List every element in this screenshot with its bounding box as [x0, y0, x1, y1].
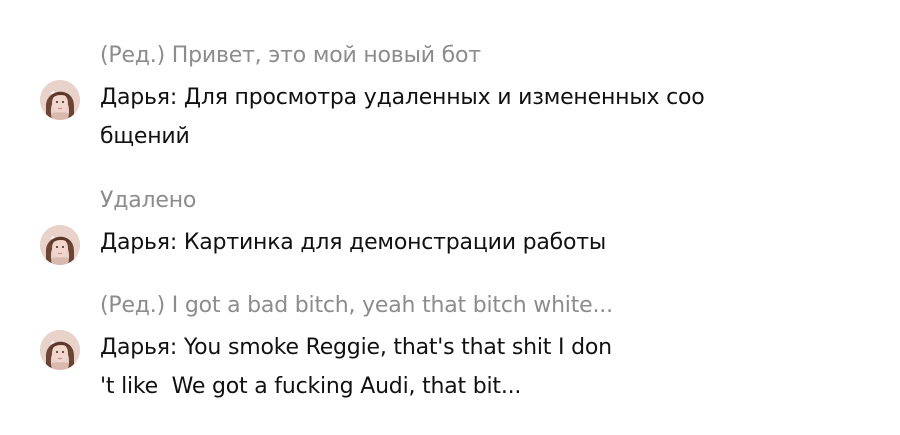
message-line: 't like We got a fucking Audi, that bit.…	[100, 374, 522, 399]
sender-separator: :	[169, 230, 184, 255]
sender-separator: :	[169, 335, 184, 360]
sender-name: Дарья	[100, 230, 170, 255]
message-body: Дарья: Для просмотра удаленных и изменен…	[100, 78, 760, 156]
message-text: Для просмотра удаленных и измененных соо	[183, 85, 705, 110]
edit-status-preview: (Ред.) Привет, это мой новый бот	[100, 43, 481, 68]
message-text: You smoke Reggie, that's that shit I don	[183, 335, 612, 360]
sender-avatar[interactable]	[40, 80, 80, 120]
message-body: Дарья: Картинка для демонстрации работы	[100, 223, 760, 262]
message-feed: (Ред.) Привет, это мой новый бот Дарья: …	[0, 0, 900, 435]
message-text: Картинка для демонстрации работы	[183, 230, 607, 255]
sender-separator: :	[169, 85, 184, 110]
sender-avatar[interactable]	[40, 330, 80, 370]
edit-status-preview: (Ред.) I got a bad bitch, yeah that bitc…	[100, 293, 613, 318]
message-body: Дарья: You smoke Reggie, that's that shi…	[100, 328, 760, 406]
avatar-photo-icon	[40, 330, 80, 370]
avatar-photo-icon	[40, 225, 80, 265]
sender-name: Дарья	[100, 335, 170, 360]
message-line: бщений	[100, 124, 190, 149]
message-line: Дарья: Для просмотра удаленных и изменен…	[100, 78, 760, 117]
sender-avatar[interactable]	[40, 225, 80, 265]
message-line: Дарья: You smoke Reggie, that's that shi…	[100, 328, 760, 367]
message-line: Дарья: Картинка для демонстрации работы	[100, 223, 760, 262]
deleted-status-preview: Удалено	[100, 188, 197, 213]
avatar-photo-icon	[40, 80, 80, 120]
sender-name: Дарья	[100, 85, 170, 110]
